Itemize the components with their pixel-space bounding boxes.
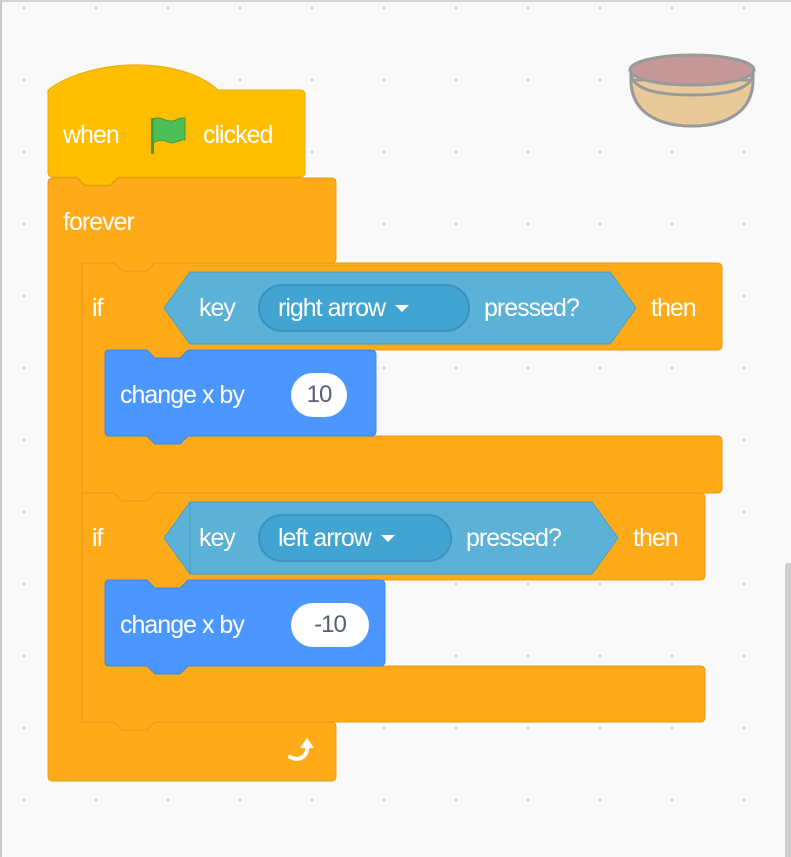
- dropdown-caret-icon: [380, 534, 395, 542]
- hat-prefix-label: when: [63, 121, 120, 149]
- then-label: then: [633, 524, 679, 552]
- key-dropdown-right[interactable]: right arrow: [258, 284, 470, 332]
- then-label: then: [651, 294, 697, 322]
- key-label: key: [199, 524, 236, 552]
- change-x-label: change x by: [120, 381, 245, 409]
- pressed-label: pressed?: [484, 294, 580, 322]
- key-dropdown-left[interactable]: left arrow: [258, 514, 452, 562]
- change-x-value-input[interactable]: 10: [291, 373, 347, 417]
- key-dropdown-value: left arrow: [278, 524, 372, 552]
- dropdown-caret-icon: [395, 304, 410, 312]
- change-x-value-input[interactable]: -10: [291, 603, 369, 647]
- key-dropdown-value: right arrow: [278, 294, 386, 322]
- forever-label: forever: [63, 208, 135, 236]
- if-label: if: [92, 524, 103, 552]
- change-x-label: change x by: [120, 611, 245, 639]
- hat-suffix-label: clicked: [203, 121, 273, 149]
- key-label: key: [199, 294, 236, 322]
- if-label: if: [92, 294, 103, 322]
- pressed-label: pressed?: [466, 524, 562, 552]
